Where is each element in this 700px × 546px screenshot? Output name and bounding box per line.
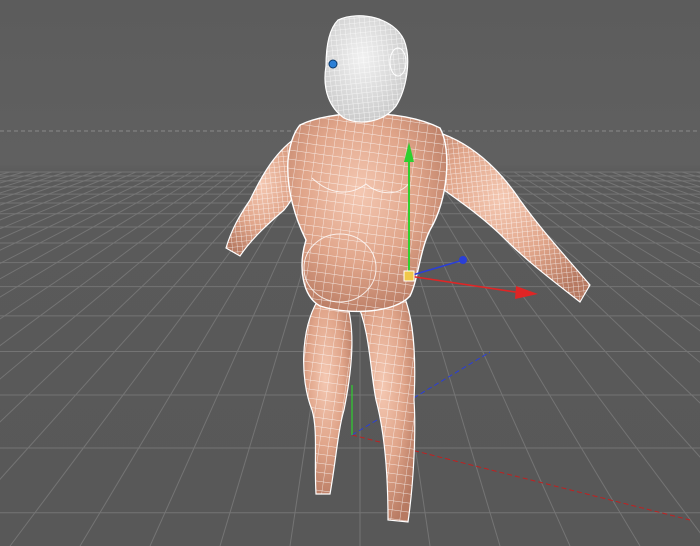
viewport-scene[interactable] — [0, 0, 700, 546]
grid-line — [0, 171, 249, 380]
gizmo-x-axis[interactable] — [408, 275, 523, 294]
torso-wire — [287, 113, 447, 312]
grid-line — [0, 171, 67, 194]
grid-line — [625, 171, 700, 199]
eye — [328, 59, 338, 69]
right-leg-wire — [356, 296, 415, 522]
grid-line — [0, 171, 25, 180]
gizmo-pivot[interactable] — [403, 270, 415, 282]
grid-line — [597, 171, 700, 213]
gizmo-x-arrowhead[interactable] — [515, 286, 538, 299]
grid-line — [0, 171, 235, 347]
grid-line — [0, 171, 151, 240]
grid-line — [0, 171, 53, 189]
grid-line — [0, 171, 263, 423]
3d-viewport[interactable] — [0, 0, 700, 546]
grid-line — [541, 171, 700, 254]
grid-line — [681, 171, 700, 178]
grid-line — [0, 171, 123, 221]
grid-line — [653, 171, 700, 188]
grid-line — [0, 171, 179, 265]
grid-line — [611, 171, 700, 206]
gizmo-z-handle[interactable] — [459, 256, 467, 264]
grid-line — [0, 171, 39, 184]
left-leg-wire — [303, 300, 352, 494]
grid-line — [569, 171, 700, 231]
grid-line — [0, 171, 221, 320]
grid-line — [583, 171, 700, 221]
head-wire — [324, 15, 408, 123]
grid-line — [0, 171, 193, 280]
grid-line — [429, 171, 700, 534]
grid-line — [639, 171, 700, 193]
